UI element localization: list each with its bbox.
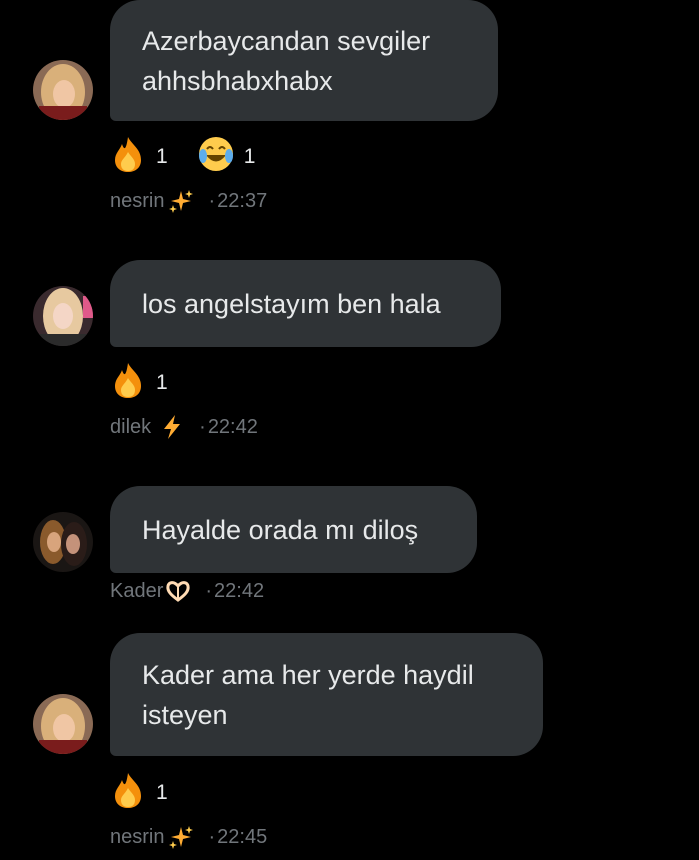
avatar-photo [33,512,93,572]
reaction-count: 1 [156,145,168,168]
reaction-fire[interactable]: 1 [108,134,168,174]
sender-avatar[interactable] [33,60,93,120]
time-separator: · [208,189,216,212]
message-time: 22:42 [207,415,258,438]
message-bubble[interactable]: Azerbaycandan sevgiler ahhsbhabxhabx [110,0,498,121]
message-text-line: Azerbaycandan sevgiler [142,25,431,56]
message-text-line: Hayalde orada mı diloş [142,514,419,545]
message-bubble[interactable]: Hayalde orada mı diloş [110,486,477,573]
message-time: 22:37 [217,189,268,212]
sparkles-icon [169,826,194,849]
sender-avatar[interactable] [33,512,93,572]
tears-of-joy-icon [198,137,233,171]
time-separator: · [205,579,213,602]
message-meta: nesrin · 22:37 [110,186,267,216]
message-text-line: isteyen [142,699,228,730]
reactions-row: 1 [108,770,196,810]
sender-name[interactable]: Kader [110,580,163,603]
sparkles-icon [169,190,194,213]
reaction-laugh[interactable]: 1 [196,134,256,174]
message-bubble[interactable]: Kader ama her yerde haydil isteyen [110,633,543,756]
sender-avatar[interactable] [33,286,93,346]
reaction-count: 1 [156,781,168,804]
message-meta: Kader · 22:42 [110,576,264,606]
avatar-photo [33,286,93,346]
sender-name[interactable]: nesrin [110,190,164,213]
time-separator: · [208,825,216,848]
fire-icon [115,363,141,398]
message-time: 22:45 [217,825,268,848]
sender-name[interactable]: dilek [110,416,151,439]
message-text-line: ahhsbhabxhabx [142,65,333,96]
reaction-count: 1 [243,145,256,168]
time-separator: · [199,415,206,438]
heart-hands-icon [166,581,191,602]
reactions-row: 1 1 [108,134,283,174]
lightning-icon [164,415,181,439]
sender-name[interactable]: nesrin [110,826,164,849]
avatar-photo [33,694,93,754]
message-time: 22:42 [214,579,265,602]
message-text-line: los angelstayım ben hala [142,288,441,319]
reaction-fire[interactable]: 1 [108,770,168,810]
fire-icon [115,773,141,808]
avatar-photo [33,60,93,120]
sender-avatar[interactable] [33,694,93,754]
reaction-fire[interactable]: 1 [108,360,168,400]
message-text-line: Kader ama her yerde haydil [142,659,474,690]
message-bubble[interactable]: los angelstayım ben hala [110,260,501,347]
reaction-count: 1 [156,371,168,394]
reactions-row: 1 [108,360,196,400]
fire-icon [115,137,141,172]
message-meta: dilek · 22:42 [110,412,258,442]
message-meta: nesrin · 22:45 [110,822,267,852]
